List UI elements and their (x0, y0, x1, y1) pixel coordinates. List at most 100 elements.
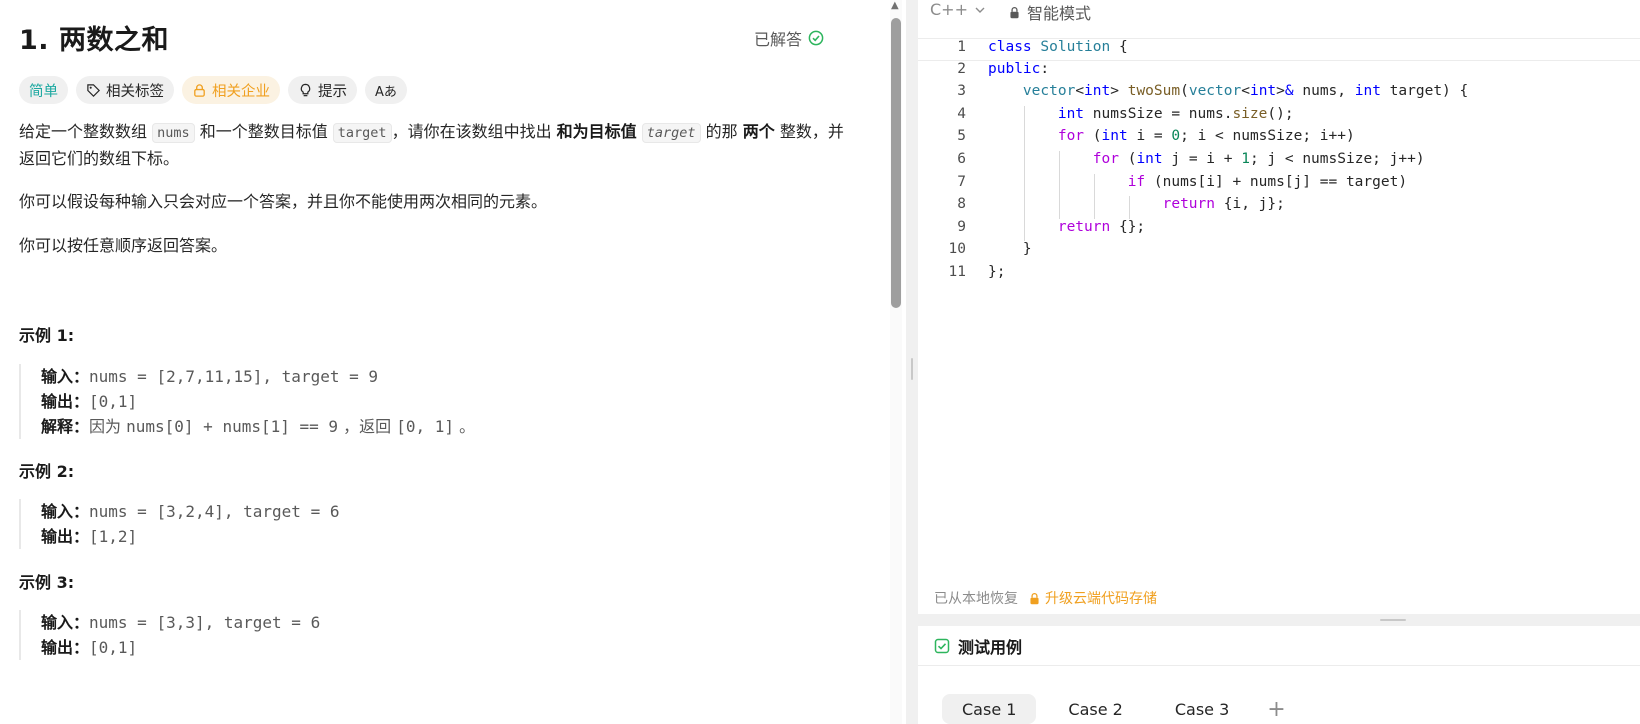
description-scrollbar[interactable]: ▲ (890, 0, 902, 724)
code-text: } (988, 241, 1032, 258)
example-explanation: 解释：因为 nums[0] + nums[1] == 9 ，返回 [0, 1] … (41, 414, 475, 439)
restore-text: 已从本地恢复 (934, 591, 1018, 607)
value: [0, 1] (396, 417, 455, 436)
case-tabs: Case 1 Case 2 Case 3 + (942, 694, 1286, 724)
text: 和一个整数目标值 (194, 122, 333, 141)
problem-panel: 1. 两数之和 已解答 简单 相关标签 相关企业 提示 Aあ 给定一个整数数组 … (0, 0, 868, 724)
case-tab-3[interactable]: Case 3 (1155, 694, 1249, 724)
inline-code: target (641, 123, 701, 143)
line-number: 3 (957, 83, 966, 100)
language-label: C++ (930, 0, 968, 19)
code-line[interactable]: 4 int numsSize = nums.size(); (918, 105, 1640, 129)
upgrade-label: 升级云端代码存储 (1045, 591, 1157, 607)
text: 。 (454, 417, 476, 436)
example-output: 输出：[1,2] (41, 524, 339, 549)
code-line[interactable]: 1 class Solution { (918, 38, 1640, 61)
text: ，返回 (338, 417, 397, 436)
code-line[interactable]: 8 return {i, j}; (918, 196, 1640, 219)
problem-tags: 简单 相关标签 相关企业 提示 Aあ (19, 76, 407, 104)
upgrade-cloud-link[interactable]: 升级云端代码存储 (1028, 588, 1157, 608)
code-line[interactable]: 11}; (918, 264, 1640, 287)
code-line[interactable]: 6 for (int j = i + 1; j < numsSize; j++) (918, 150, 1640, 174)
related-companies-label: 相关企业 (212, 83, 270, 100)
difficulty-label: 简单 (29, 83, 58, 100)
related-companies-button[interactable]: 相关企业 (182, 76, 280, 104)
testcase-header: 测试用例 (918, 626, 1640, 666)
add-case-icon[interactable]: + (1267, 697, 1285, 722)
label: 输出： (41, 527, 90, 546)
example-3-block: 输入：nums = [3,3], target = 6 输出：[0,1] (19, 610, 320, 660)
value: [0,1] (89, 392, 138, 411)
code-line[interactable]: 3 vector<int> twoSum(vector<int>& nums, … (918, 83, 1640, 106)
solved-label: 已解答 (753, 30, 802, 49)
translate-icon: Aあ (375, 84, 397, 100)
chevron-down-icon (975, 7, 985, 13)
splitter-grip-icon[interactable] (1380, 619, 1406, 621)
case-tab-1[interactable]: Case 1 (942, 694, 1037, 724)
hint-label: 提示 (318, 83, 347, 100)
example-input: 输入：nums = [2,7,11,15], target = 9 (41, 364, 475, 389)
example-2-title: 示例 2: (19, 462, 75, 481)
text: 的那 (700, 122, 743, 141)
solved-status: 已解答 (754, 26, 824, 50)
code-text: for (int j = i + 1; j < numsSize; j++) (1092, 150, 1425, 167)
code-text: int numsSize = nums.size(); (1057, 105, 1294, 122)
translate-button[interactable]: Aあ (365, 76, 407, 104)
code-text: public: (988, 60, 1050, 77)
label: 输入： (41, 613, 90, 632)
code-text: if (nums[i] + nums[j] == target) (1127, 173, 1408, 190)
example-1-title: 示例 1: (19, 326, 75, 345)
line-number: 6 (957, 150, 966, 167)
editor-panel: C++ 智能模式 1 class Solution { 2 public: 3 ve… (918, 0, 1640, 724)
code-line[interactable]: 7 if (nums[i] + nums[j] == target) (918, 173, 1640, 197)
example-2-block: 输入：nums = [3,2,4], target = 6 输出：[1,2] (19, 499, 339, 549)
related-tags-button[interactable]: 相关标签 (76, 76, 174, 104)
code-line[interactable]: 2 public: (918, 61, 1640, 84)
scroll-up-arrow-icon[interactable]: ▲ (891, 0, 899, 11)
example-output: 输出：[0,1] (41, 635, 320, 660)
description-paragraph-2: 你可以假设每种输入只会对应一个答案，并且你不能使用两次相同的元素。 (19, 192, 548, 211)
code-text: vector<int> twoSum(vector<int>& nums, in… (1022, 83, 1469, 100)
text: 因为 (89, 417, 127, 436)
bold-text: 和为目标值 (556, 122, 637, 141)
line-number: 11 (948, 263, 966, 280)
vertical-splitter[interactable] (906, 0, 918, 724)
label: 输出： (41, 392, 90, 411)
code-line[interactable]: 5 for (int i = 0; i < numsSize; i++) (918, 128, 1640, 151)
value: [0,1] (89, 638, 138, 657)
example-output: 输出：[0,1] (41, 389, 475, 414)
related-tags-label: 相关标签 (106, 83, 164, 100)
horizontal-splitter[interactable] (918, 614, 1640, 626)
value: [1,2] (89, 527, 138, 546)
code-editor[interactable]: 1 class Solution { 2 public: 3 vector<int>… (918, 38, 1640, 287)
splitter-grip-icon[interactable] (911, 358, 913, 380)
code-text: }; (988, 263, 1006, 280)
line-number: 5 (957, 128, 966, 145)
restore-bar: 已从本地恢复 升级云端代码存储 (934, 588, 1157, 608)
example-1-block: 输入：nums = [2,7,11,15], target = 9 输出：[0,… (19, 364, 475, 439)
case-tab-2[interactable]: Case 2 (1048, 694, 1142, 724)
value: nums = [3,2,4], target = 6 (89, 502, 340, 521)
code-text: return {i, j}; (1162, 196, 1285, 213)
code-line[interactable]: 9 return {}; (918, 218, 1640, 242)
language-select[interactable]: C++ (930, 0, 986, 19)
description-paragraph-1: 给定一个整数数组 nums 和一个整数目标值 target ，请你在该数组中找出 … (19, 119, 854, 172)
label: 输出： (41, 638, 90, 657)
scrollbar-thumb[interactable] (891, 18, 901, 308)
check-circle-icon (808, 30, 824, 46)
hint-button[interactable]: 提示 (288, 76, 357, 104)
code-text: for (int i = 0; i < numsSize; i++) (1057, 128, 1355, 145)
smart-mode-toggle[interactable]: 智能模式 (1008, 0, 1091, 24)
text: ，请你在该数组中找出 (391, 122, 557, 141)
inline-code: nums (152, 123, 195, 143)
code-line[interactable]: 10 } (918, 241, 1640, 264)
label: 解释： (41, 417, 90, 436)
value: nums[0] + nums[1] == 9 (126, 417, 339, 436)
testcase-title: 测试用例 (958, 637, 1023, 657)
difficulty-badge[interactable]: 简单 (19, 76, 68, 104)
line-number: 8 (957, 196, 966, 213)
line-number: 4 (957, 105, 966, 122)
code-text: return {}; (1057, 218, 1146, 235)
line-number: 10 (948, 241, 966, 258)
label: 输入： (41, 502, 90, 521)
